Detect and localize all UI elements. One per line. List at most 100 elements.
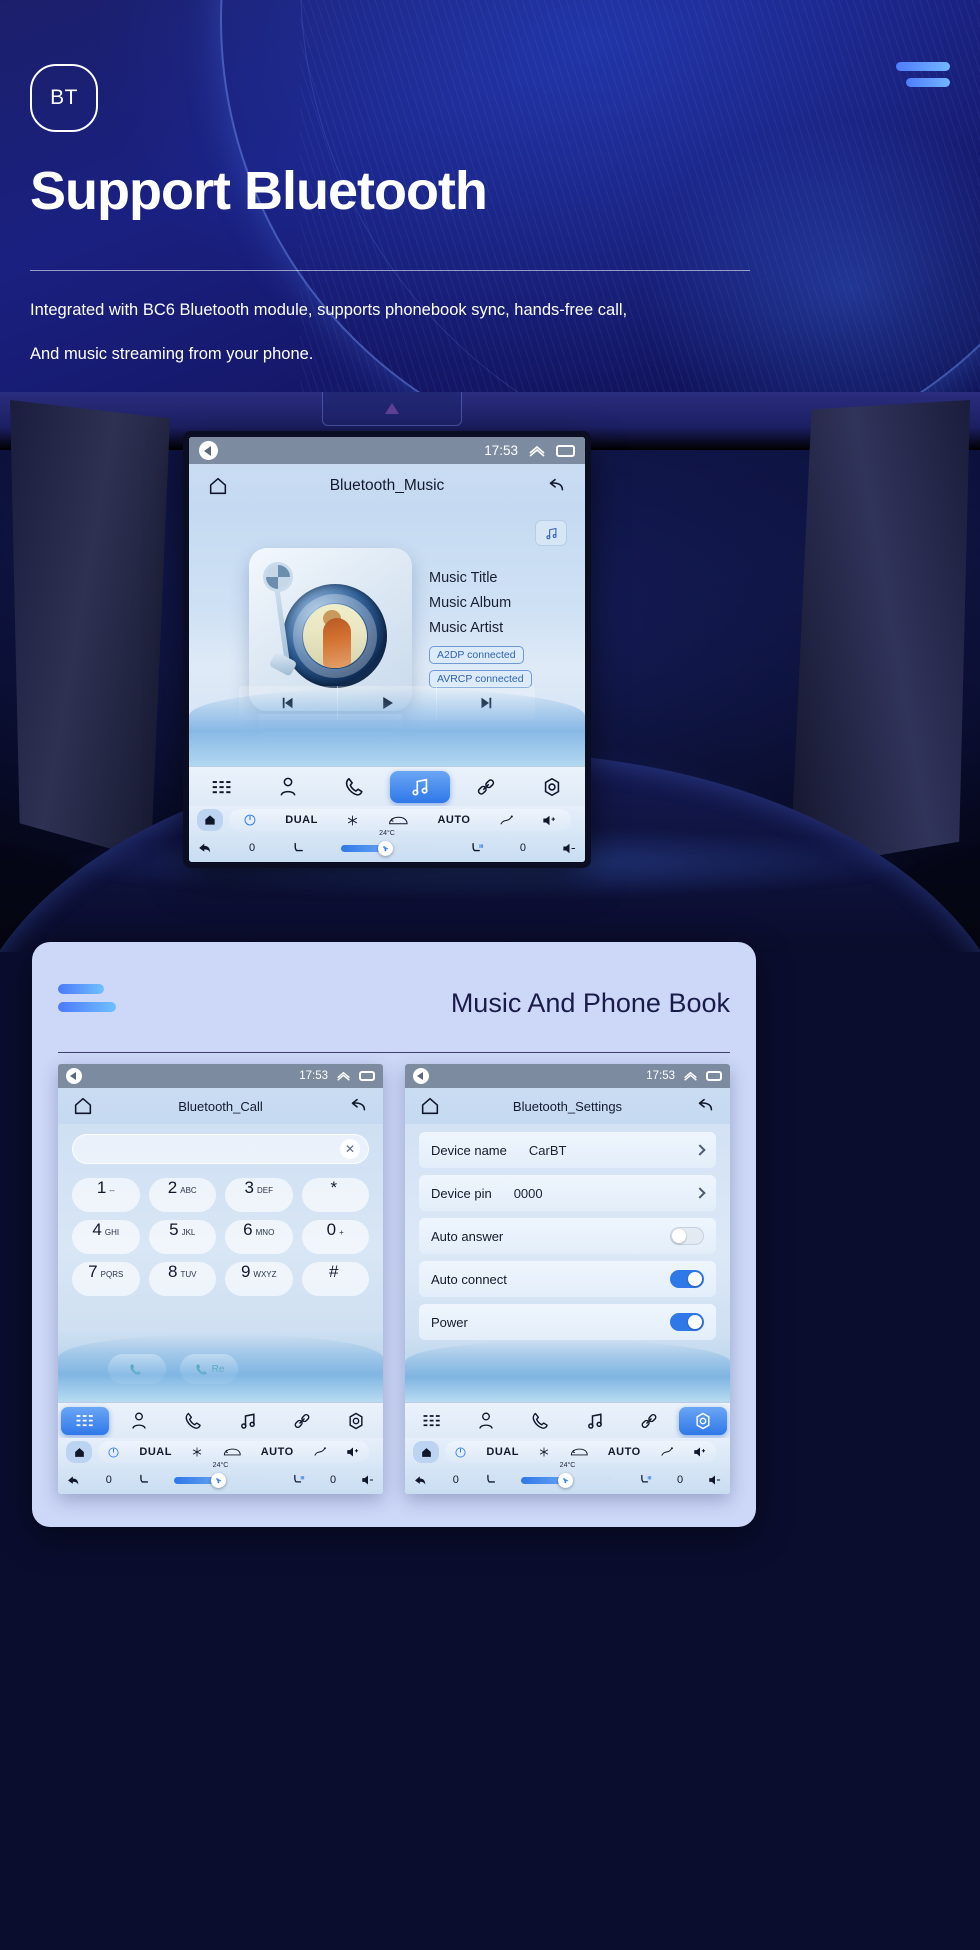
nav-item-music[interactable] [224,1407,272,1435]
head-unit-screen[interactable]: 17:53 Bluetooth_Music Music Title Music … [189,437,585,862]
chevron-up-icon[interactable] [528,444,546,458]
key-3[interactable]: 3 DEF [225,1178,293,1212]
fan-speed-slider[interactable] [521,1472,614,1488]
dial-input[interactable]: ✕ [72,1134,369,1164]
key-star[interactable]: * [301,1178,369,1212]
key-9[interactable]: 9 WXYZ [225,1262,293,1296]
home-icon[interactable] [197,809,223,831]
nav-item-link[interactable] [278,1407,326,1435]
nav-item-phone[interactable] [324,771,384,803]
close-icon[interactable]: ✕ [340,1139,360,1159]
nav-item-phone[interactable] [169,1407,217,1435]
defrost-icon[interactable] [222,1446,242,1458]
defrost-icon[interactable] [569,1446,589,1458]
home-icon[interactable] [419,1095,441,1117]
nav-item-music[interactable] [390,770,450,803]
back-icon[interactable] [413,1068,429,1084]
seat-heat-icon[interactable] [291,1474,305,1486]
snowflake-icon[interactable] [191,1446,203,1458]
power-icon[interactable] [243,813,257,827]
seat-heat-icon[interactable] [469,842,484,855]
setting-control[interactable] [670,1270,704,1288]
seat-icon[interactable] [484,1474,497,1486]
nav-item-settings[interactable] [522,771,582,803]
auto-label[interactable]: AUTO [261,1446,294,1458]
undo-icon[interactable] [545,475,567,497]
volume-down-icon[interactable] [708,1474,722,1486]
redial-button[interactable]: Re [180,1354,238,1384]
home-icon[interactable] [207,475,229,497]
fan-icon[interactable] [558,1472,574,1488]
auto-label[interactable]: AUTO [437,814,470,826]
dual-label[interactable]: DUAL [285,814,318,826]
seat-icon[interactable] [137,1474,150,1486]
defrost-icon[interactable] [387,814,409,827]
chevron-up-icon[interactable] [683,1070,698,1082]
setting-row-device-name[interactable]: Device name CarBT [419,1132,716,1168]
power-toggle[interactable] [670,1313,704,1331]
setting-control[interactable] [694,1144,706,1156]
air-flow-icon[interactable] [660,1446,674,1458]
setting-row-device-pin[interactable]: Device pin 0000 [419,1175,716,1211]
key-0[interactable]: 0 + [301,1220,369,1254]
call-button[interactable] [108,1354,166,1384]
back-arrow-icon[interactable] [197,841,213,855]
back-icon[interactable] [199,441,218,460]
home-icon[interactable] [413,1441,439,1463]
nav-item-apps[interactable] [61,1406,110,1435]
nav-item-contacts[interactable] [462,1407,510,1435]
home-icon[interactable] [72,1095,94,1117]
setting-row-auto-answer[interactable]: Auto answer [419,1218,716,1254]
fan-icon[interactable] [377,840,393,856]
fan-speed-slider[interactable] [174,1472,267,1488]
key-5[interactable]: 5 JKL [148,1220,216,1254]
bluetooth-settings-screen[interactable]: 17:53 Bluetooth_Settings Device name Car… [405,1064,730,1494]
nav-item-settings[interactable] [332,1407,380,1435]
setting-row-power[interactable]: Power [419,1304,716,1340]
seat-icon[interactable] [291,842,305,855]
fan-icon[interactable] [211,1472,227,1488]
nav-item-music[interactable] [571,1407,619,1435]
undo-icon[interactable] [347,1095,369,1117]
volume-up-icon[interactable] [346,1446,360,1458]
previous-track-button[interactable] [239,686,338,720]
power-icon[interactable] [107,1446,120,1459]
volume-up-icon[interactable] [693,1446,707,1458]
setting-control[interactable] [694,1187,706,1199]
key-6[interactable]: 6 MNO [225,1220,293,1254]
dual-label[interactable]: DUAL [139,1446,172,1458]
nav-item-contacts[interactable] [115,1407,163,1435]
back-icon[interactable] [66,1068,82,1084]
setting-row-auto-connect[interactable]: Auto connect [419,1261,716,1297]
snowflake-icon[interactable] [346,814,359,827]
volume-down-icon[interactable] [361,1474,375,1486]
auto-answer-toggle[interactable] [670,1227,704,1245]
window-icon[interactable] [706,1071,722,1081]
nav-item-apps[interactable] [408,1407,456,1435]
power-icon[interactable] [454,1446,467,1459]
fan-speed-slider[interactable] [340,840,433,856]
undo-icon[interactable] [694,1095,716,1117]
setting-control[interactable] [670,1227,704,1245]
bluetooth-call-screen[interactable]: 17:53 Bluetooth_Call ✕ 1 -- 2 ABC 3 DEF … [58,1064,383,1494]
air-flow-icon[interactable] [499,814,514,827]
key-2[interactable]: 2 ABC [148,1178,216,1212]
play-button[interactable] [338,686,437,720]
setting-control[interactable] [670,1313,704,1331]
nav-item-link[interactable] [625,1407,673,1435]
back-arrow-icon[interactable] [66,1474,81,1487]
next-track-button[interactable] [437,686,535,720]
nav-item-link[interactable] [456,771,516,803]
key-8[interactable]: 8 TUV [148,1262,216,1296]
auto-connect-toggle[interactable] [670,1270,704,1288]
dual-label[interactable]: DUAL [486,1446,519,1458]
home-icon[interactable] [66,1441,92,1463]
auto-label[interactable]: AUTO [608,1446,641,1458]
key-hash[interactable]: # [301,1262,369,1296]
volume-up-icon[interactable] [542,814,557,827]
chevron-up-icon[interactable] [336,1070,351,1082]
music-source-chip[interactable] [535,520,567,546]
seat-heat-icon[interactable] [638,1474,652,1486]
nav-item-settings[interactable] [678,1406,728,1435]
nav-item-phone[interactable] [516,1407,564,1435]
